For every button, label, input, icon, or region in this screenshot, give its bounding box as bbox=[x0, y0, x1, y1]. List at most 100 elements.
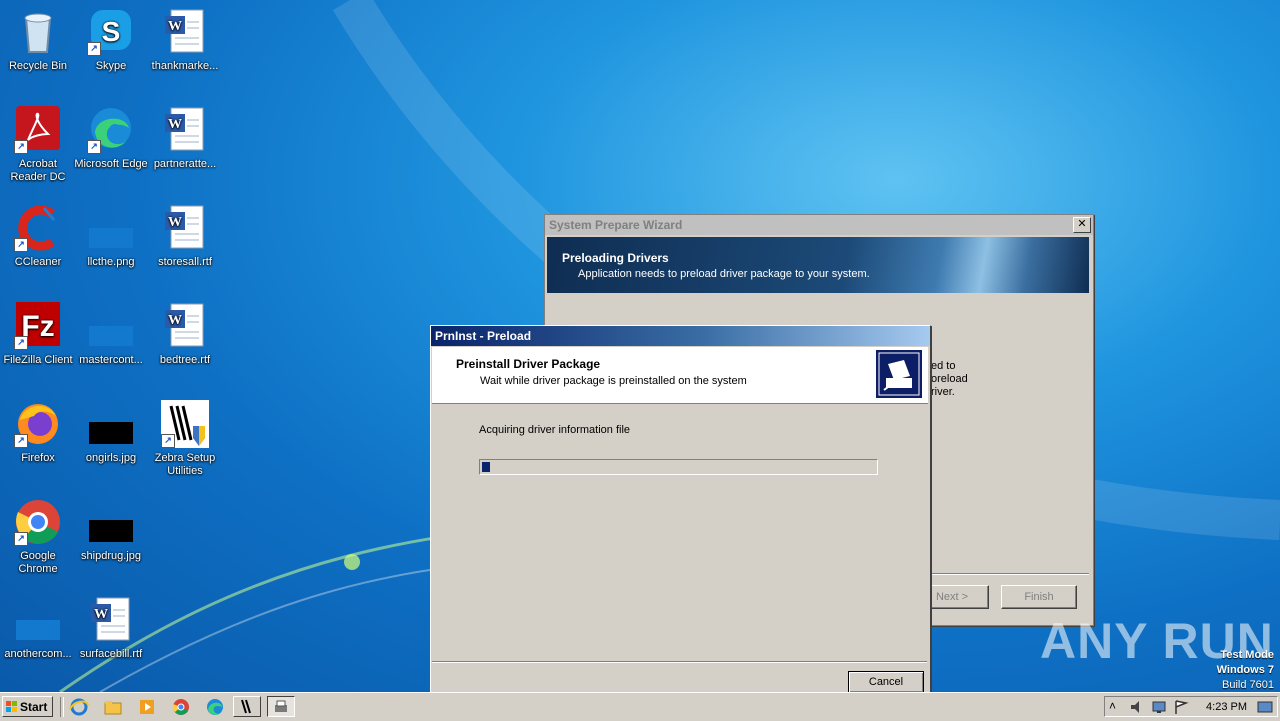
desktop-icon-zebra-setup[interactable]: ↗ Zebra Setup Utilities bbox=[147, 400, 223, 478]
shortcut-arrow-icon: ↗ bbox=[161, 434, 175, 448]
preload-progress-fill bbox=[482, 462, 490, 472]
system-tray: ˄ 4:23 PM bbox=[1104, 696, 1278, 717]
preload-progress-bar bbox=[479, 459, 878, 475]
edge-icon: ↗ bbox=[87, 106, 135, 154]
filezilla-icon: Fz ↗ bbox=[14, 302, 62, 350]
word-document-icon: W bbox=[161, 302, 209, 350]
word-document-icon: W bbox=[87, 596, 135, 644]
test-mode-watermark: Test Mode Windows 7 Build 7601 bbox=[1217, 648, 1274, 693]
test-mode-line: Test Mode bbox=[1220, 649, 1274, 661]
shortcut-arrow-icon: ↗ bbox=[87, 140, 101, 154]
taskbar-task-prninst[interactable] bbox=[267, 696, 295, 717]
windows-version-line: Windows 7 bbox=[1216, 664, 1274, 676]
desktop-icon-shipdrug[interactable]: shipdrug.jpg bbox=[73, 498, 149, 563]
desktop-icon-chrome[interactable]: ↗ Google Chrome bbox=[0, 498, 76, 576]
shortcut-arrow-icon: ↗ bbox=[14, 140, 28, 154]
shortcut-arrow-icon: ↗ bbox=[14, 532, 28, 546]
chrome-icon[interactable] bbox=[170, 697, 192, 717]
wizard-body-line-1: ed to bbox=[931, 360, 956, 372]
preload-status-text: Acquiring driver information file bbox=[479, 424, 631, 436]
windows-flag-icon bbox=[6, 701, 17, 712]
taskbar-task-zebra[interactable] bbox=[233, 696, 261, 717]
skype-icon: S ↗ bbox=[87, 8, 135, 56]
desktop-icon-surfacebill[interactable]: W surfacebill.rtf bbox=[73, 596, 149, 661]
desktop-icon-llcthe[interactable]: llcthe.png bbox=[73, 204, 149, 269]
shortcut-arrow-icon: ↗ bbox=[14, 434, 28, 448]
show-hidden-icons-icon[interactable]: ˄ bbox=[1109, 699, 1116, 713]
prninst-preload-dialog[interactable]: PrnInst - Preload Preinstall Driver Pack… bbox=[430, 325, 931, 694]
shortcut-arrow-icon: ↗ bbox=[14, 238, 28, 252]
shortcut-arrow-icon: ↗ bbox=[14, 336, 28, 350]
wizard-heading: Preloading Drivers bbox=[562, 251, 669, 265]
printer-icon bbox=[275, 700, 287, 712]
clock[interactable]: 4:23 PM bbox=[1206, 701, 1247, 713]
preload-subheading: Wait while driver package is preinstalle… bbox=[480, 375, 747, 387]
network-icon[interactable] bbox=[1151, 699, 1167, 715]
desktop-icon-recycle-bin[interactable]: Recycle Bin bbox=[0, 8, 76, 73]
wizard-close-button[interactable]: ✕ bbox=[1073, 217, 1091, 233]
svg-text:W: W bbox=[168, 313, 182, 328]
shortcut-arrow-icon: ↗ bbox=[87, 42, 101, 56]
word-document-icon: W bbox=[161, 8, 209, 56]
preload-title-bar[interactable]: PrnInst - Preload bbox=[431, 326, 930, 346]
start-label: Start bbox=[20, 700, 48, 714]
image-file-icon bbox=[87, 400, 135, 448]
image-file-icon bbox=[87, 498, 135, 546]
wizard-title: System Prepare Wizard bbox=[549, 218, 683, 232]
preload-divider bbox=[432, 661, 927, 663]
wizard-body-line-2: oreload bbox=[931, 373, 968, 385]
preload-title: PrnInst - Preload bbox=[435, 329, 532, 343]
wizard-body-text: ed to oreload river. bbox=[931, 360, 968, 399]
internet-explorer-icon[interactable] bbox=[68, 697, 90, 717]
desktop-icon-bedtree[interactable]: W bedtree.rtf bbox=[147, 302, 223, 367]
desktop-icon-anothercom[interactable]: anothercom... bbox=[0, 596, 76, 661]
wizard-title-bar[interactable]: System Prepare Wizard bbox=[545, 215, 1093, 235]
wizard-subheading: Application needs to preload driver pack… bbox=[578, 268, 870, 280]
desktop-icon-filezilla[interactable]: Fz ↗ FileZilla Client bbox=[0, 302, 76, 367]
desktop-icon-edge[interactable]: ↗ Microsoft Edge bbox=[73, 106, 149, 171]
wizard-banner: Preloading Drivers Application needs to … bbox=[547, 237, 1089, 293]
svg-text:S: S bbox=[102, 16, 121, 47]
image-file-icon bbox=[87, 204, 135, 252]
file-explorer-icon[interactable] bbox=[102, 697, 124, 717]
firefox-icon: ↗ bbox=[14, 400, 62, 448]
desktop-icon-partneratte[interactable]: W partneratte... bbox=[147, 106, 223, 171]
svg-text:W: W bbox=[168, 117, 182, 132]
finish-button[interactable]: Finish bbox=[1001, 585, 1077, 609]
chrome-icon: ↗ bbox=[14, 498, 62, 546]
desktop-icon-firefox[interactable]: ↗ Firefox bbox=[0, 400, 76, 465]
edge-icon[interactable] bbox=[204, 697, 226, 717]
zebra-setup-icon: ↗ bbox=[161, 400, 209, 448]
taskbar-separator bbox=[60, 697, 64, 717]
wizard-body-line-3: river. bbox=[931, 386, 955, 398]
desktop-icon-thankmarke[interactable]: W thankmarke... bbox=[147, 8, 223, 73]
desktop-icon-storesall[interactable]: W storesall.rtf bbox=[147, 204, 223, 269]
desktop-icon-ccleaner[interactable]: ↗ CCleaner bbox=[0, 204, 76, 269]
taskbar: Start ˄ 4:23 PM bbox=[0, 692, 1280, 721]
preload-heading: Preinstall Driver Package bbox=[456, 357, 601, 371]
show-desktop-icon[interactable] bbox=[1257, 699, 1273, 715]
printer-icon bbox=[876, 350, 922, 398]
desktop-icon-ongirls[interactable]: ongirls.jpg bbox=[73, 400, 149, 465]
recycle-bin-icon bbox=[14, 8, 62, 56]
acrobat-icon: ↗ bbox=[14, 106, 62, 154]
media-player-icon[interactable] bbox=[136, 697, 158, 717]
build-line: Build 7601 bbox=[1222, 679, 1274, 691]
action-center-flag-icon[interactable] bbox=[1173, 699, 1189, 715]
desktop-icon-skype[interactable]: S ↗ Skype bbox=[73, 8, 149, 73]
ccleaner-icon: ↗ bbox=[14, 204, 62, 252]
svg-text:W: W bbox=[168, 215, 182, 230]
cancel-button[interactable]: Cancel bbox=[848, 671, 924, 693]
desktop-icon-mastercont[interactable]: mastercont... bbox=[73, 302, 149, 367]
svg-text:W: W bbox=[168, 19, 182, 34]
start-button[interactable]: Start bbox=[2, 696, 53, 717]
desktop-icon-acrobat[interactable]: ↗ Acrobat Reader DC bbox=[0, 106, 76, 184]
zebra-setup-icon bbox=[241, 699, 251, 714]
svg-text:W: W bbox=[94, 607, 108, 622]
volume-icon[interactable] bbox=[1129, 699, 1145, 715]
word-document-icon: W bbox=[161, 106, 209, 154]
image-file-icon bbox=[14, 596, 62, 644]
preload-header: Preinstall Driver Package Wait while dri… bbox=[432, 347, 928, 404]
image-file-icon bbox=[87, 302, 135, 350]
word-document-icon: W bbox=[161, 204, 209, 252]
